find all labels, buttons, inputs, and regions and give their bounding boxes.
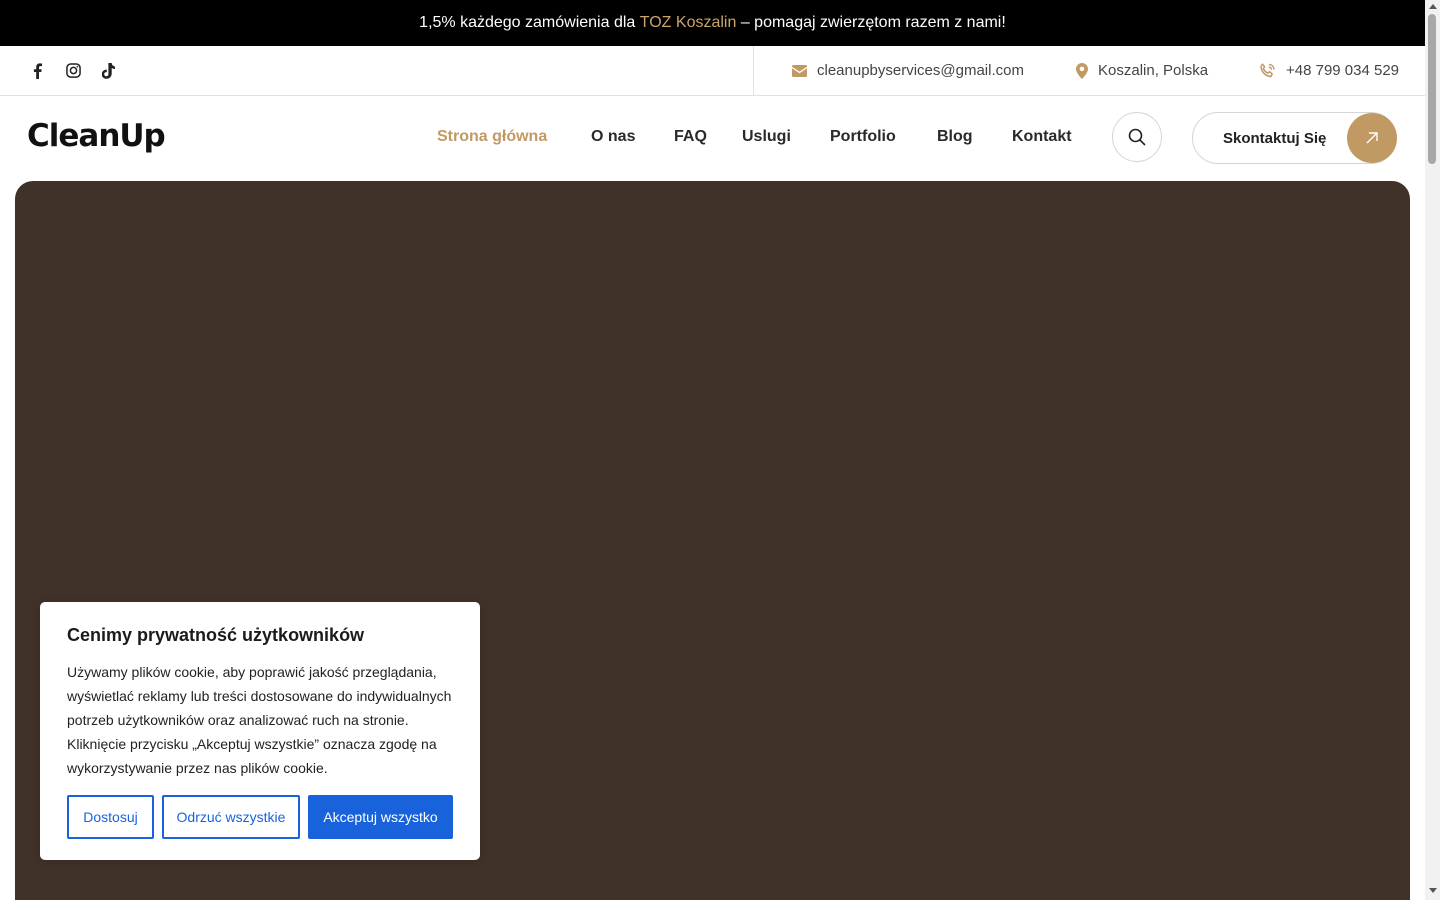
nav-blog[interactable]: Blog [937, 128, 973, 146]
email-contact[interactable]: cleanupbyservices@gmail.com [792, 46, 1024, 95]
location-contact: Koszalin, Polska [1076, 46, 1208, 95]
phone-text: +48 799 034 529 [1286, 62, 1400, 79]
nav-services[interactable]: Uslugi [742, 128, 791, 146]
email-text: cleanupbyservices@gmail.com [817, 62, 1024, 79]
instagram-icon[interactable] [64, 62, 82, 80]
nav-portfolio[interactable]: Portfolio [830, 128, 896, 146]
phone-contact[interactable]: +48 799 034 529 [1259, 46, 1399, 95]
accept-all-button[interactable]: Akceptuj wszystko [308, 795, 453, 839]
announcement-link[interactable]: TOZ Koszalin [640, 14, 737, 32]
tiktok-icon[interactable] [100, 62, 118, 80]
reject-all-button[interactable]: Odrzuć wszystkie [162, 795, 300, 839]
nav-faq[interactable]: FAQ [674, 128, 707, 146]
announcement-text-end: – pomagaj zwierzętom razem z nami! [736, 14, 1006, 31]
search-button[interactable] [1112, 112, 1162, 162]
envelope-icon [792, 64, 807, 77]
cta-arrow-button[interactable] [1347, 113, 1397, 163]
nav-about[interactable]: O nas [591, 128, 635, 146]
topbar-divider [753, 46, 754, 95]
announcement-bar: 1,5% każdego zamówienia dla TOZ Koszalin… [0, 0, 1425, 46]
cookie-title: Cenimy prywatność użytkowników [67, 625, 365, 645]
search-icon [1128, 128, 1146, 146]
scroll-up-arrow[interactable] [1429, 4, 1437, 9]
cookie-description: Używamy plików cookie, aby poprawić jako… [67, 664, 452, 776]
top-contact-bar: cleanupbyservices@gmail.com Koszalin, Po… [0, 46, 1425, 96]
customize-button[interactable]: Dostosuj [67, 795, 154, 839]
nav-contact[interactable]: Kontakt [1012, 128, 1072, 146]
facebook-icon[interactable] [28, 62, 46, 80]
scroll-down-arrow[interactable] [1429, 888, 1437, 893]
scrollbar-thumb[interactable] [1428, 14, 1436, 164]
phone-icon [1260, 62, 1275, 77]
logo[interactable]: CleanUp [27, 118, 166, 154]
cta-label: Skontaktuj Się [1223, 130, 1327, 147]
cookie-consent-banner: Cenimy prywatność użytkowników Używamy p… [40, 602, 480, 860]
location-text: Koszalin, Polska [1098, 62, 1209, 79]
map-pin-icon [1076, 62, 1088, 79]
arrow-up-right-icon [1366, 132, 1378, 144]
announcement-text: 1,5% każdego zamówienia dla [419, 14, 640, 31]
nav-home[interactable]: Strona główna [437, 128, 547, 146]
main-header: CleanUp Strona główna O nas FAQ Uslugi P… [0, 96, 1425, 181]
social-links [28, 46, 118, 95]
